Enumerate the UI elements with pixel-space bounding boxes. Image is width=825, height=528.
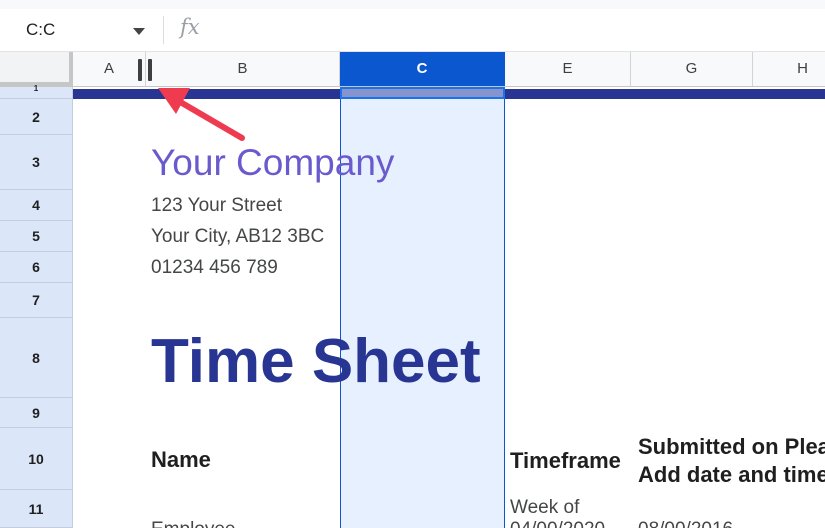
column-resize-handle-icon[interactable] bbox=[138, 59, 142, 81]
street-address[interactable]: 123 Your Street bbox=[151, 195, 282, 217]
row-header-8[interactable]: 8 bbox=[0, 318, 73, 398]
submitted-date[interactable]: 08/00/2016 bbox=[638, 519, 733, 528]
column-header-h[interactable]: H bbox=[753, 52, 825, 86]
column-header-c[interactable]: C bbox=[340, 52, 505, 86]
column-header-a[interactable]: A bbox=[73, 52, 146, 86]
fx-icon: fx bbox=[180, 15, 200, 39]
row-header-1[interactable]: 1 bbox=[0, 85, 73, 99]
row-header-5[interactable]: 5 bbox=[0, 221, 73, 252]
row-header-2[interactable]: 2 bbox=[0, 99, 73, 135]
week-date[interactable]: 04/00/2020 bbox=[510, 519, 605, 528]
formula-bar-divider bbox=[163, 16, 164, 44]
timeframe-label[interactable]: Timeframe bbox=[510, 448, 621, 474]
annotation-arrow-icon bbox=[158, 88, 245, 141]
row-header-9[interactable]: 9 bbox=[0, 398, 73, 428]
city-address[interactable]: Your City, AB12 3BC bbox=[151, 226, 324, 248]
row-header-4[interactable]: 4 bbox=[0, 190, 73, 221]
name-box[interactable]: C:C bbox=[8, 16, 158, 46]
chevron-down-icon[interactable] bbox=[133, 28, 145, 35]
row-header-6[interactable]: 6 bbox=[0, 252, 73, 283]
phone-number[interactable]: 01234 456 789 bbox=[151, 257, 278, 279]
row-header-10[interactable]: 10 bbox=[0, 428, 73, 490]
row-header-11[interactable]: 11 bbox=[0, 490, 73, 528]
column-header-row: ABCEGH bbox=[0, 52, 825, 87]
select-all-corner[interactable] bbox=[0, 52, 73, 86]
column-resize-handle-icon[interactable] bbox=[148, 59, 152, 81]
toolbar-edge bbox=[0, 0, 825, 9]
column-header-g[interactable]: G bbox=[631, 52, 753, 86]
formula-bar: C:C fx bbox=[0, 0, 825, 52]
name-box-value: C:C bbox=[26, 20, 56, 39]
week-of-label[interactable]: Week of bbox=[510, 497, 579, 519]
submitted-label-line1[interactable]: Submitted on Plea bbox=[638, 434, 825, 460]
row-header-3[interactable]: 3 bbox=[0, 135, 73, 190]
column-header-b[interactable]: B bbox=[146, 52, 340, 86]
name-label[interactable]: Name bbox=[151, 447, 211, 473]
active-cell-c1[interactable] bbox=[340, 87, 505, 99]
page-title[interactable]: Time Sheet bbox=[151, 326, 481, 397]
row-header-7[interactable]: 7 bbox=[0, 283, 73, 318]
column-header-e[interactable]: E bbox=[505, 52, 631, 86]
employee-value[interactable]: Employee bbox=[151, 519, 236, 528]
submitted-label-line2[interactable]: Add date and time bbox=[638, 462, 825, 488]
